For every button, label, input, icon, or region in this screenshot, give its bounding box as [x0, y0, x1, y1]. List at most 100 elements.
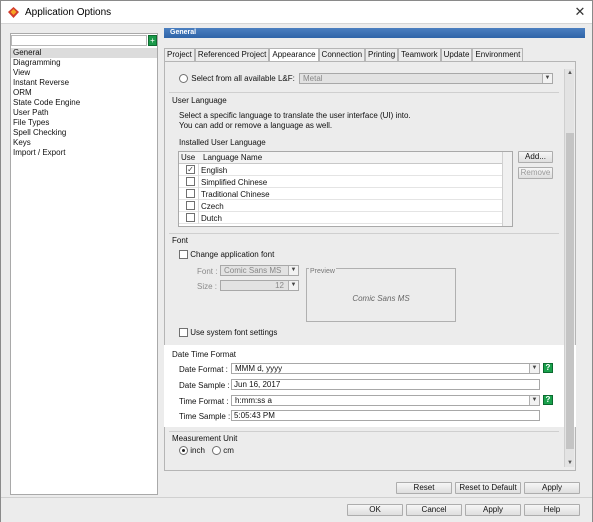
category-item-orm[interactable]: ORM: [11, 88, 157, 98]
language-name: English: [201, 166, 228, 175]
date-format-select[interactable]: MMM d, yyyy ▼: [231, 363, 540, 374]
scroll-up-icon[interactable]: ▲: [565, 69, 575, 77]
chevron-down-icon: ▼: [542, 74, 552, 83]
preview-text: Comic Sans MS: [352, 294, 410, 303]
reset-button[interactable]: Reset: [396, 482, 452, 494]
cm-radio[interactable]: [212, 446, 221, 456]
category-item-spell-checking[interactable]: Spell Checking: [11, 128, 157, 138]
divider: [169, 233, 559, 234]
section-header: General: [164, 28, 585, 38]
date-time-title: Date Time Format: [172, 350, 237, 359]
size-label: Size :: [197, 282, 218, 291]
help-button[interactable]: Help: [524, 504, 580, 516]
language-name: Simplified Chinese: [201, 178, 268, 187]
category-item-state-code-engine[interactable]: State Code Engine: [11, 98, 157, 108]
category-item-view[interactable]: View: [11, 68, 157, 78]
category-item-diagramming[interactable]: Diagramming: [11, 58, 157, 68]
font-family-value: Comic Sans MS: [224, 266, 282, 275]
tab-environment[interactable]: Environment: [472, 48, 524, 61]
category-list: General Diagramming View Instant Reverse…: [11, 48, 157, 158]
time-format-help-icon[interactable]: ?: [543, 395, 553, 405]
table-row[interactable]: ✓ English: [179, 164, 512, 176]
font-size-select[interactable]: 12 ▼: [220, 280, 299, 291]
language-name: Dutch: [201, 214, 222, 223]
language-table: Use Language Name ✓ English Simplified C…: [178, 151, 513, 227]
time-format-label: Time Format :: [179, 397, 229, 406]
tab-teamwork[interactable]: Teamwork: [398, 48, 441, 61]
content-scrollbar[interactable]: ▲ ▼: [564, 69, 574, 467]
font-preview-box: Preview Comic Sans MS: [306, 268, 456, 322]
user-language-description-1: Select a specific language to translate …: [179, 111, 411, 120]
tab-update[interactable]: Update: [440, 48, 473, 61]
lnf-label: Select from all available L&F:: [191, 74, 295, 83]
change-font-checkbox[interactable]: [179, 250, 188, 260]
divider: [169, 92, 559, 93]
table-row[interactable]: Traditional Chinese: [179, 188, 512, 200]
cm-option[interactable]: cm: [212, 446, 234, 456]
category-item-general[interactable]: General: [11, 48, 157, 58]
font-label: Font :: [197, 267, 218, 276]
add-language-button[interactable]: Add...: [518, 151, 553, 163]
table-row[interactable]: Dutch: [179, 212, 512, 224]
system-font-checkbox[interactable]: [179, 328, 188, 338]
close-icon[interactable]: ✕: [571, 4, 589, 20]
cm-label: cm: [223, 446, 234, 455]
tab-project[interactable]: Project: [164, 48, 195, 61]
scroll-thumb[interactable]: [566, 133, 574, 449]
language-checkbox[interactable]: [186, 177, 195, 186]
category-item-import-export[interactable]: Import / Export: [11, 148, 157, 158]
language-checkbox[interactable]: [186, 189, 195, 198]
apply-button[interactable]: Apply: [465, 504, 521, 516]
date-sample-field: Jun 16, 2017: [231, 379, 540, 390]
font-family-select[interactable]: Comic Sans MS ▼: [220, 265, 299, 276]
app-logo-icon: [8, 7, 19, 18]
user-language-description-2: You can add or remove a language as well…: [179, 121, 333, 130]
language-name: Traditional Chinese: [201, 190, 270, 199]
chevron-down-icon: ▼: [529, 364, 539, 373]
inch-option[interactable]: inch: [179, 446, 205, 456]
search-icon[interactable]: +: [148, 35, 157, 46]
category-item-file-types[interactable]: File Types: [11, 118, 157, 128]
chevron-down-icon: ▼: [529, 396, 539, 405]
category-item-instant-reverse[interactable]: Instant Reverse: [11, 78, 157, 88]
lnf-radio-row[interactable]: Select from all available L&F:: [179, 74, 295, 84]
language-checkbox[interactable]: [186, 213, 195, 222]
date-format-help-icon[interactable]: ?: [543, 363, 553, 373]
lnf-select[interactable]: Metal ▼: [299, 73, 553, 84]
reset-to-default-button[interactable]: Reset to Default: [455, 482, 521, 494]
table-row[interactable]: Simplified Chinese: [179, 176, 512, 188]
tab-printing[interactable]: Printing: [365, 48, 399, 61]
category-item-user-path[interactable]: User Path: [11, 108, 157, 118]
inch-label: inch: [190, 446, 205, 455]
chevron-down-icon: ▼: [288, 281, 298, 290]
language-checkbox[interactable]: ✓: [186, 165, 195, 174]
language-table-scrollbar[interactable]: [502, 152, 512, 226]
tab-referenced-project[interactable]: Referenced Project: [194, 48, 270, 61]
change-font-row[interactable]: Change application font: [179, 250, 274, 260]
lnf-value: Metal: [303, 74, 323, 83]
title-bar: Application Options ✕: [1, 1, 592, 24]
table-row[interactable]: Czech: [179, 200, 512, 212]
user-language-title: User Language: [172, 96, 227, 105]
inch-radio[interactable]: [179, 446, 188, 456]
time-format-select[interactable]: h:mm:ss a ▼: [231, 395, 540, 406]
tab-connection[interactable]: Connection: [318, 48, 366, 61]
system-font-label: Use system font settings: [190, 328, 278, 337]
cancel-button[interactable]: Cancel: [406, 504, 462, 516]
category-item-keys[interactable]: Keys: [11, 138, 157, 148]
scroll-down-icon[interactable]: ▼: [565, 459, 575, 467]
tab-appearance[interactable]: Appearance: [269, 48, 319, 62]
panel-apply-button[interactable]: Apply: [524, 482, 580, 494]
ok-button[interactable]: OK: [347, 504, 403, 516]
installed-language-label: Installed User Language: [179, 138, 266, 147]
divider: [169, 431, 559, 432]
tab-bar: Project Referenced Project Appearance Co…: [164, 48, 524, 62]
lnf-radio[interactable]: [179, 74, 188, 84]
measurement-title: Measurement Unit: [172, 434, 238, 443]
language-checkbox[interactable]: [186, 201, 195, 210]
remove-language-button[interactable]: Remove: [518, 167, 553, 179]
system-font-row[interactable]: Use system font settings: [179, 328, 278, 338]
date-format-value: MMM d, yyyy: [235, 364, 283, 373]
category-search-input[interactable]: [11, 35, 147, 46]
font-title: Font: [172, 236, 189, 245]
